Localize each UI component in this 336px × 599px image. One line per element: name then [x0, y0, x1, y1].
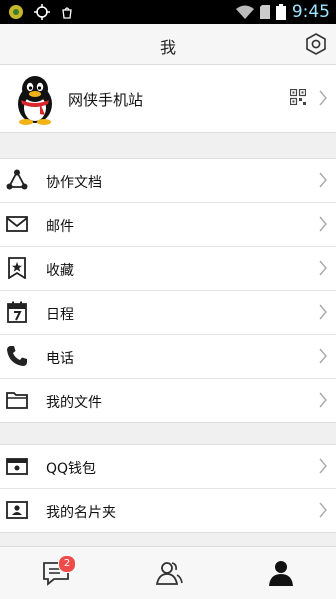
share-network-icon: [6, 169, 28, 190]
menu-item-label: 我的文件: [46, 395, 102, 411]
page-title: 我: [159, 38, 176, 57]
menu-item-label: 收藏: [46, 263, 74, 279]
settings-icon[interactable]: [304, 32, 328, 56]
contacts-tab-icon[interactable]: [155, 559, 183, 587]
menu-item-favorites[interactable]: 收藏: [0, 247, 336, 291]
wifi-icon: [235, 5, 254, 19]
menu-item-wallet[interactable]: QQ钱包: [0, 445, 336, 489]
menu-item-card-holder[interactable]: 我的名片夹: [0, 489, 336, 532]
profile-name: 网侠手机站: [68, 91, 144, 109]
me-tab-icon[interactable]: [267, 559, 295, 587]
status-bar: 9:45: [0, 0, 336, 24]
menu-item-schedule[interactable]: 日程: [0, 291, 336, 335]
chevron-right-icon: [319, 502, 327, 518]
menu-item-phone[interactable]: 电话: [0, 335, 336, 379]
bookmark-star-icon: [8, 257, 26, 279]
chevron-right-icon: [319, 458, 327, 474]
phone-icon: [7, 346, 27, 366]
chevron-right-icon: [319, 392, 327, 408]
menu-item-label: QQ钱包: [46, 461, 97, 477]
menu-item-docs[interactable]: 协作文档: [0, 159, 336, 203]
chevron-right-icon: [319, 260, 327, 276]
chevron-right-icon: [319, 348, 327, 364]
mail-icon: [6, 216, 28, 232]
bag-icon: [62, 7, 72, 19]
chevron-right-icon: [319, 172, 327, 188]
menu-group-wallet: QQ钱包 我的名片夹: [0, 444, 336, 533]
chevron-right-icon: [319, 216, 327, 232]
wallet-icon: [6, 458, 28, 475]
target-icon: [34, 4, 50, 20]
chevron-right-icon: [319, 304, 327, 320]
unread-badge: 2: [58, 555, 76, 573]
battery-icon: [275, 4, 286, 20]
menu-item-label: 邮件: [46, 219, 74, 235]
folder-icon: [6, 392, 28, 409]
menu-group-tools: 协作文档 邮件 收藏 日程 电话 我的文件: [0, 158, 336, 423]
menu-item-label: 协作文档: [46, 175, 102, 191]
calendar-icon: [7, 301, 27, 323]
avatar: [18, 76, 52, 125]
menu-item-label: 我的名片夹: [46, 505, 116, 521]
title-bar: 我: [0, 24, 336, 65]
qr-code-icon[interactable]: [290, 89, 306, 105]
menu-item-files[interactable]: 我的文件: [0, 379, 336, 422]
sd-card-icon: [259, 5, 270, 19]
profile-card[interactable]: 网侠手机站: [0, 65, 336, 133]
bottom-tab-bar: 2: [0, 546, 336, 599]
app-notification-icon: [9, 5, 23, 19]
clock: 9:45: [291, 2, 330, 22]
chevron-right-icon: [319, 90, 327, 106]
menu-item-label: 电话: [46, 351, 74, 367]
menu-item-mail[interactable]: 邮件: [0, 203, 336, 247]
card-holder-icon: [6, 501, 28, 519]
menu-item-label: 日程: [46, 307, 74, 323]
